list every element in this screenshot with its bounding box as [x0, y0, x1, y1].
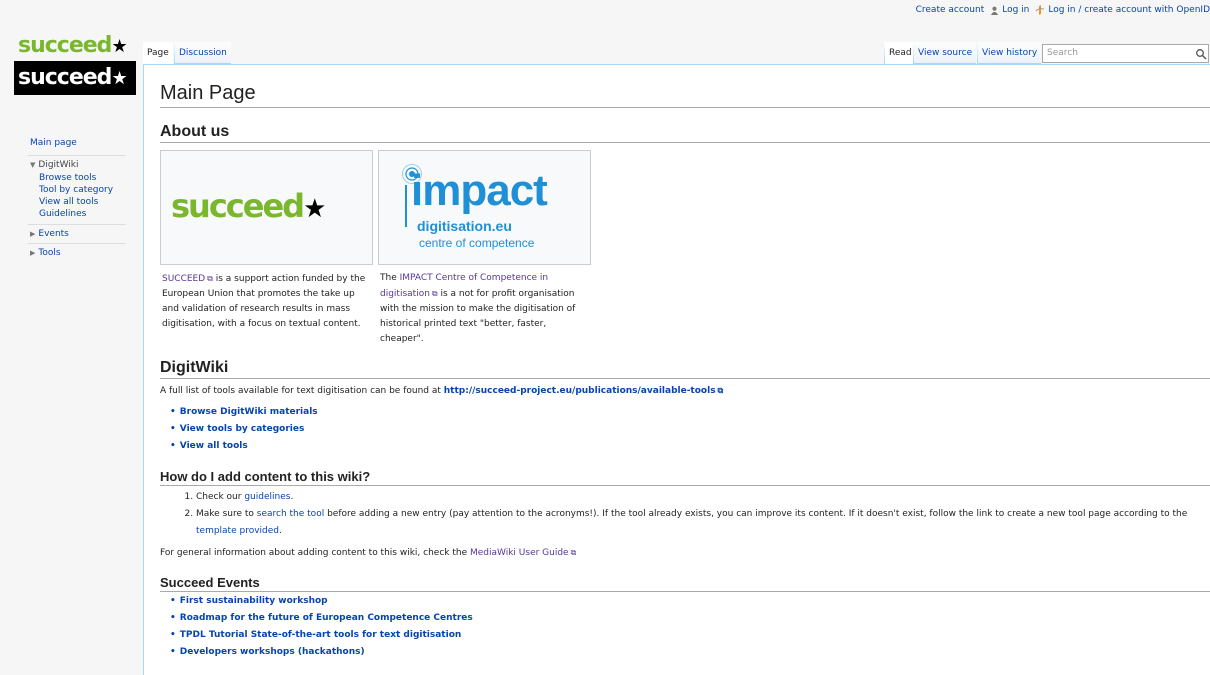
digitwiki-intro-text: A full list of tools available for text …	[160, 386, 444, 396]
view-all-tools-link[interactable]: View all tools	[180, 441, 248, 451]
event-roadmap[interactable]: Roadmap for the future of European Compe…	[180, 613, 473, 623]
star-icon: ★	[303, 194, 326, 224]
heading-succeed-events: Succeed Events	[160, 575, 1210, 592]
logo-text-green: succeed	[18, 33, 112, 58]
sidebar-item-guidelines[interactable]: Guidelines	[39, 209, 86, 219]
tab-view-history[interactable]: View history	[978, 42, 1042, 64]
howto-step-2: Make sure to search the tool before addi…	[196, 506, 1210, 540]
portal-tools-header[interactable]: ▶ Tools	[30, 248, 126, 258]
portal-digitwiki: ▼ DigitWiki Browse tools Tool by category…	[28, 155, 126, 224]
sidebar: Main page ▼ DigitWiki Browse tools Tool b…	[0, 138, 140, 262]
succeed-description: SUCCEED is a support action funded by th…	[160, 265, 373, 332]
howto-step-1: Check our guidelines.	[196, 489, 1210, 506]
portal-digitwiki-header[interactable]: ▼ DigitWiki	[30, 160, 126, 170]
star-icon: ★	[111, 68, 127, 89]
sidebar-item-tool-by-category[interactable]: Tool by category	[39, 185, 113, 195]
logo-black: succeed★	[14, 61, 136, 95]
template-provided-link[interactable]: template provided	[196, 526, 279, 536]
tab-view-source[interactable]: View source	[914, 42, 977, 64]
site-logo[interactable]: succeed★ succeed★	[14, 35, 142, 105]
portal-digitwiki-title: DigitWiki	[38, 160, 79, 170]
guidelines-link[interactable]: guidelines	[244, 492, 290, 502]
portal-events: ▶ Events	[28, 224, 126, 243]
general-info-text: For general information about adding con…	[160, 548, 470, 558]
impact-bar	[405, 185, 407, 227]
page-title: Main Page	[160, 82, 1210, 108]
step2-post: .	[279, 526, 282, 536]
create-account-link[interactable]: Create account	[916, 5, 985, 15]
portal-tools-title: Tools	[38, 248, 61, 258]
heading-digitwiki: DigitWiki	[160, 359, 1210, 379]
star-icon: ★	[111, 36, 127, 57]
sidebar-item-browse-tools[interactable]: Browse tools	[39, 173, 96, 183]
tab-page[interactable]: Page	[143, 42, 173, 64]
sidebar-main-page[interactable]: Main page	[30, 138, 77, 148]
step2-mid: before adding a new entry (pay attention…	[324, 509, 1188, 519]
portal-events-title: Events	[38, 229, 69, 239]
succeed-logo-text: succeed	[171, 187, 305, 225]
triangle-right-icon: ▶	[30, 249, 36, 257]
step2-pre: Make sure to	[196, 509, 257, 519]
succeed-logo-text-wrap: succeed★	[171, 187, 326, 225]
login-link[interactable]: Log in	[1002, 5, 1029, 15]
event-tpdl-tutorial[interactable]: TPDL Tutorial State-of-the-art tools for…	[180, 630, 462, 640]
impact-logo-domain: digitisation.eu	[417, 218, 512, 234]
tab-discussion[interactable]: Discussion	[175, 42, 231, 64]
general-info: For general information about adding con…	[160, 545, 1210, 561]
mediawiki-guide-link[interactable]: MediaWiki User Guide	[470, 548, 576, 558]
triangle-right-icon: ▶	[30, 230, 36, 238]
impact-logo-tagline: centre of competence	[419, 236, 535, 250]
step1-pre: Check our	[196, 492, 245, 502]
search-input[interactable]: Search	[1042, 44, 1209, 63]
impact-logo-big: impact	[411, 166, 548, 215]
triangle-down-icon: ▼	[30, 161, 36, 169]
openid-link[interactable]: Log in / create account with OpenID	[1048, 5, 1210, 15]
impact-logo-image[interactable]: impact digitisation.eu centre of compete…	[378, 150, 591, 265]
search-tool-link[interactable]: search the tool	[257, 509, 324, 519]
succeed-logo-image[interactable]: succeed★	[160, 150, 373, 265]
browse-digitwiki-link[interactable]: Browse DigitWiki materials	[180, 407, 318, 417]
succeed-link[interactable]: SUCCEED	[162, 274, 213, 284]
portal-tools: ▶ Tools	[28, 243, 126, 262]
about-gallery: succeed★ SUCCEED is a support action fun…	[160, 150, 1210, 347]
portal-events-header[interactable]: ▶ Events	[30, 229, 126, 239]
available-tools-link[interactable]: http://succeed-project.eu/publications/a…	[444, 386, 724, 396]
heading-about-us: About us	[160, 123, 1210, 143]
impact-description: The IMPACT Centre of Competence in digit…	[378, 265, 591, 347]
openid-item: Log in / create account with OpenID	[1035, 5, 1210, 15]
events-links: First sustainability workshop Roadmap fo…	[170, 593, 1210, 661]
sidebar-item-view-all-tools[interactable]: View all tools	[39, 197, 98, 207]
main-content: Main Page About us succeed★ SUCCEED is a…	[143, 64, 1210, 675]
event-sustainability-workshop[interactable]: First sustainability workshop	[180, 596, 328, 606]
search-icon[interactable]	[1195, 48, 1207, 60]
tab-read[interactable]: Read	[885, 42, 916, 64]
tab-bar: Page Discussion Read View source View hi…	[143, 42, 1210, 64]
logo-text-white: succeed	[18, 65, 112, 90]
personal-tools: Create account Log in Log in / create ac…	[916, 0, 1210, 20]
impact-pre-text: The	[380, 273, 400, 283]
event-developers-workshops[interactable]: Developers workshops (hackathons)	[180, 647, 365, 657]
view-tools-by-categories-link[interactable]: View tools by categories	[180, 424, 305, 434]
step1-post: .	[290, 492, 294, 502]
howto-steps: Check our guidelines. Make sure to searc…	[196, 489, 1210, 540]
digitwiki-links: Browse DigitWiki materials View tools by…	[170, 404, 1210, 455]
logo-green: succeed★	[18, 33, 128, 58]
heading-how-to-add: How do I add content to this wiki?	[160, 469, 1210, 486]
user-icon	[991, 6, 999, 15]
gallery-item-impact: impact digitisation.eu centre of compete…	[378, 150, 591, 347]
digitwiki-intro: A full list of tools available for text …	[160, 383, 1210, 399]
gallery-item-succeed: succeed★ SUCCEED is a support action fun…	[160, 150, 373, 347]
login-item: Log in	[990, 5, 1029, 15]
openid-icon	[1035, 5, 1045, 15]
